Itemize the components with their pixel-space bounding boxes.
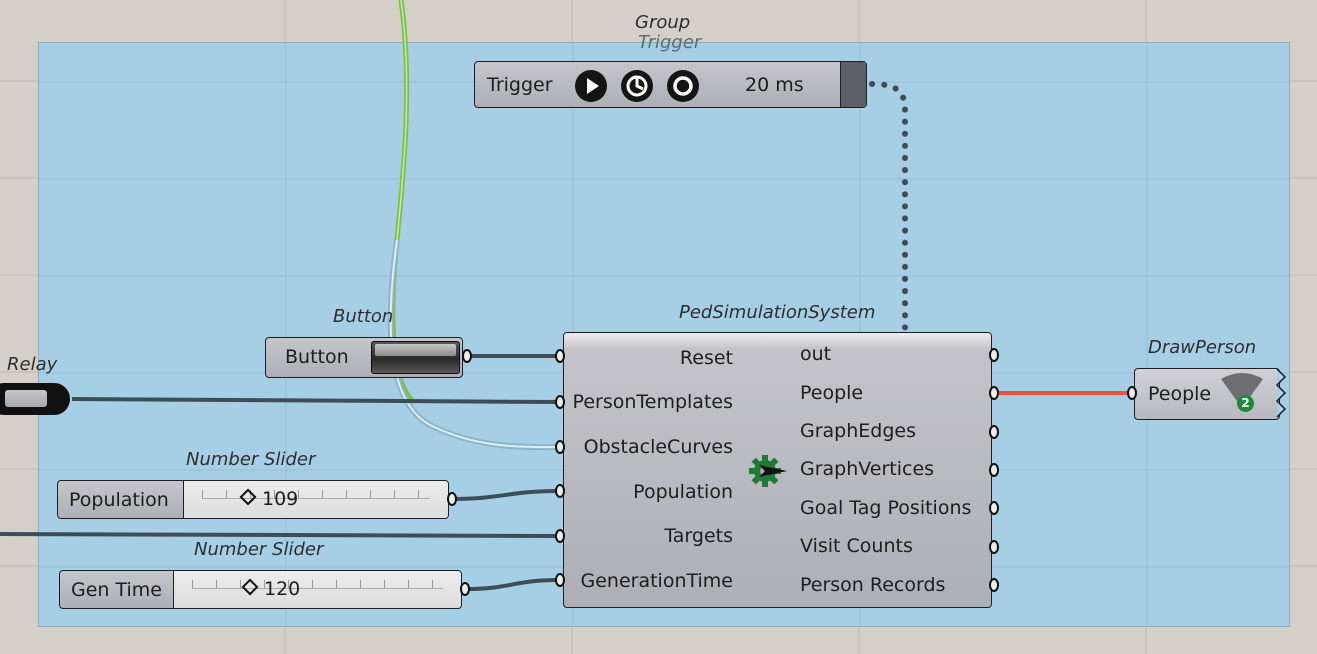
relay-component[interactable]	[0, 383, 70, 415]
stop-icon[interactable]	[667, 70, 699, 102]
play-icon[interactable]	[575, 70, 607, 102]
output-goal-tag-positions[interactable]: Goal Tag Positions	[800, 497, 971, 519]
push-button[interactable]	[371, 341, 460, 374]
draw-person-input-label[interactable]: People	[1148, 383, 1211, 405]
slider-grip-icon[interactable]	[241, 578, 259, 596]
port-out-visit-counts[interactable]	[989, 540, 999, 554]
input-obstacle-curves[interactable]: ObstacleCurves	[584, 436, 733, 458]
button-output-port[interactable]	[462, 349, 472, 363]
gentime-slider-label: Gen Time	[60, 571, 174, 608]
output-visit-counts[interactable]: Visit Counts	[800, 535, 913, 557]
button-label: Button	[285, 346, 349, 368]
port-in-obstacle-curves[interactable]	[555, 440, 565, 454]
port-out-goal-tag-positions[interactable]	[989, 501, 999, 515]
gentime-slider-value: 120	[264, 578, 301, 600]
button-component[interactable]: Button	[265, 337, 463, 378]
output-person-records[interactable]: Person Records	[800, 574, 945, 596]
gentime-slider-value-wrap: 120	[241, 578, 301, 600]
trigger-interval: 20 ms	[745, 74, 804, 96]
gentime-slider-track[interactable]: 120	[174, 571, 461, 608]
item-count-badge: 2	[1237, 395, 1254, 412]
input-generation-time[interactable]: GenerationTime	[581, 570, 734, 592]
gentime-slider[interactable]: Gen Time 120	[59, 570, 462, 609]
draw-person-input-port[interactable]	[1127, 386, 1137, 400]
trigger-handle[interactable]	[840, 62, 866, 107]
trigger-label: Trigger	[487, 74, 553, 96]
gentime-slider-caption: Number Slider	[194, 539, 324, 560]
draw-person-edge	[1275, 368, 1287, 418]
output-graph-vertices[interactable]: GraphVertices	[800, 458, 934, 480]
population-slider-label: Population	[58, 481, 184, 518]
port-in-population[interactable]	[555, 484, 565, 498]
population-slider-output-port[interactable]	[447, 492, 457, 506]
input-targets[interactable]: Targets	[664, 525, 733, 547]
relay-caption: Relay	[7, 354, 58, 375]
slider-grip-icon[interactable]	[239, 488, 257, 506]
port-out-person-records[interactable]	[989, 578, 999, 592]
draw-person-caption: DrawPerson	[1148, 337, 1257, 358]
output-people[interactable]: People	[800, 382, 863, 404]
port-in-reset[interactable]	[555, 349, 565, 363]
ped-system-caption: PedSimulationSystem	[679, 302, 876, 323]
pedestrian-gear-icon	[749, 455, 787, 487]
output-graph-edges[interactable]: GraphEdges	[800, 420, 916, 442]
trigger-group-caption: Trigger	[638, 32, 702, 53]
ped-simulation-system[interactable]: Reset PersonTemplates ObstacleCurves Pop…	[563, 332, 992, 608]
population-slider-value-wrap: 109	[239, 488, 299, 510]
port-in-generation-time[interactable]	[555, 573, 565, 587]
draw-person-component[interactable]: People 2	[1134, 368, 1287, 420]
gentime-slider-output-port[interactable]	[460, 582, 470, 596]
port-out-people[interactable]	[989, 386, 999, 400]
population-slider-track[interactable]: 109	[184, 481, 448, 518]
population-slider-caption: Number Slider	[186, 449, 316, 470]
trigger-component[interactable]: Trigger 20 ms	[474, 61, 867, 108]
port-out-out[interactable]	[989, 348, 999, 362]
port-in-targets[interactable]	[555, 529, 565, 543]
group-caption: Group	[635, 12, 691, 33]
port-out-graph-edges[interactable]	[989, 425, 999, 439]
output-out[interactable]: out	[800, 343, 831, 365]
population-slider[interactable]: Population 109	[57, 480, 449, 519]
port-in-person-templates[interactable]	[555, 395, 565, 409]
button-caption: Button	[333, 306, 394, 327]
input-person-templates[interactable]: PersonTemplates	[573, 391, 733, 413]
population-slider-value: 109	[262, 488, 299, 510]
port-out-graph-vertices[interactable]	[989, 463, 999, 477]
step-timer-icon[interactable]	[621, 70, 653, 102]
input-reset[interactable]: Reset	[680, 347, 733, 369]
input-population[interactable]: Population	[633, 481, 733, 503]
